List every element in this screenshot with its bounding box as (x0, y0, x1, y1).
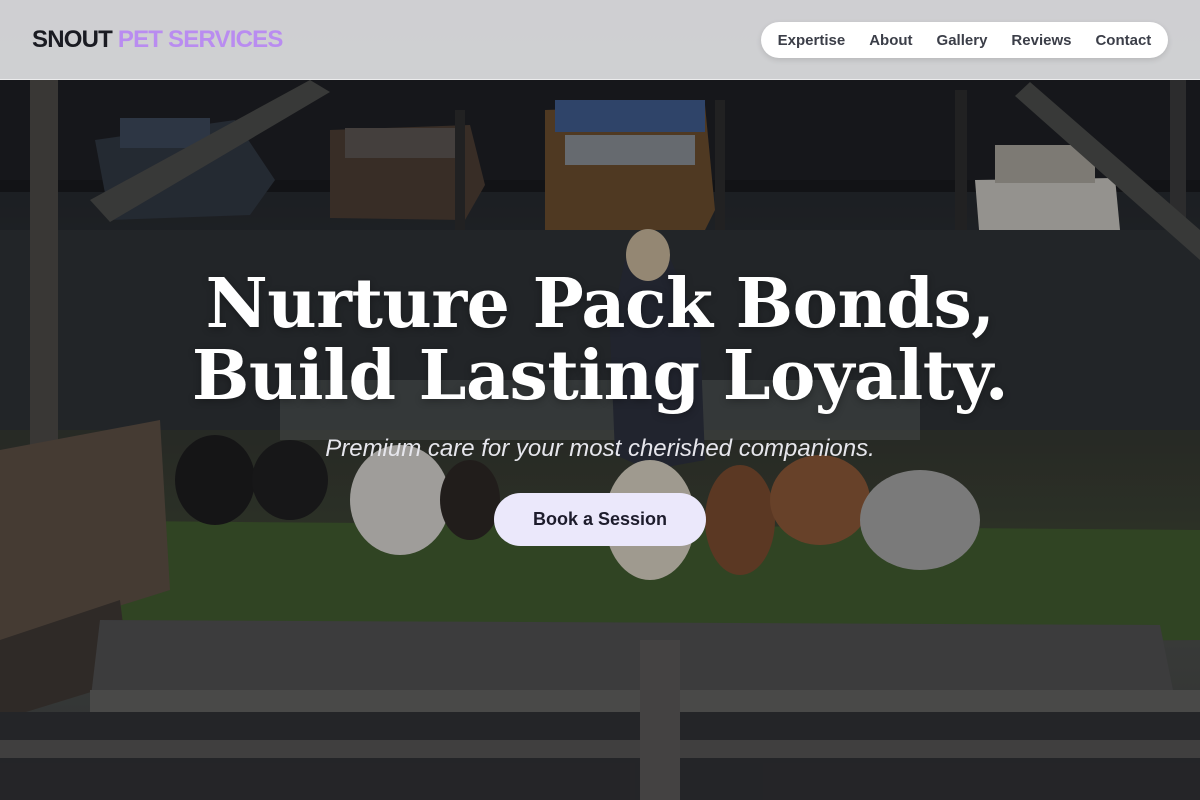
nav-item-gallery[interactable]: Gallery (937, 32, 988, 49)
brand-logo[interactable]: SNOUT PET SERVICES (32, 25, 283, 55)
brand-name-accent: PET SERVICES (117, 26, 283, 53)
book-session-button[interactable]: Book a Session (494, 493, 706, 546)
site-header: SNOUT PET SERVICES Expertise About Galle… (0, 0, 1200, 80)
hero-title: Nurture Pack Bonds, Build Lasting Loyalt… (0, 268, 1200, 412)
nav-item-expertise[interactable]: Expertise (778, 32, 846, 49)
nav-item-about[interactable]: About (869, 32, 912, 49)
nav-item-reviews[interactable]: Reviews (1011, 32, 1071, 49)
main-nav: Expertise About Gallery Reviews Contact (761, 22, 1168, 58)
nav-item-contact[interactable]: Contact (1095, 32, 1151, 49)
hero-subtitle: Premium care for your most cherished com… (325, 435, 875, 462)
landing-page: SNOUT PET SERVICES Expertise About Galle… (0, 0, 1200, 800)
brand-name-primary: SNOUT (32, 26, 113, 53)
hero-title-line-2: Build Lasting Loyalty. (191, 336, 1009, 416)
hero-title-line-1: Nurture Pack Bonds, (205, 264, 995, 344)
